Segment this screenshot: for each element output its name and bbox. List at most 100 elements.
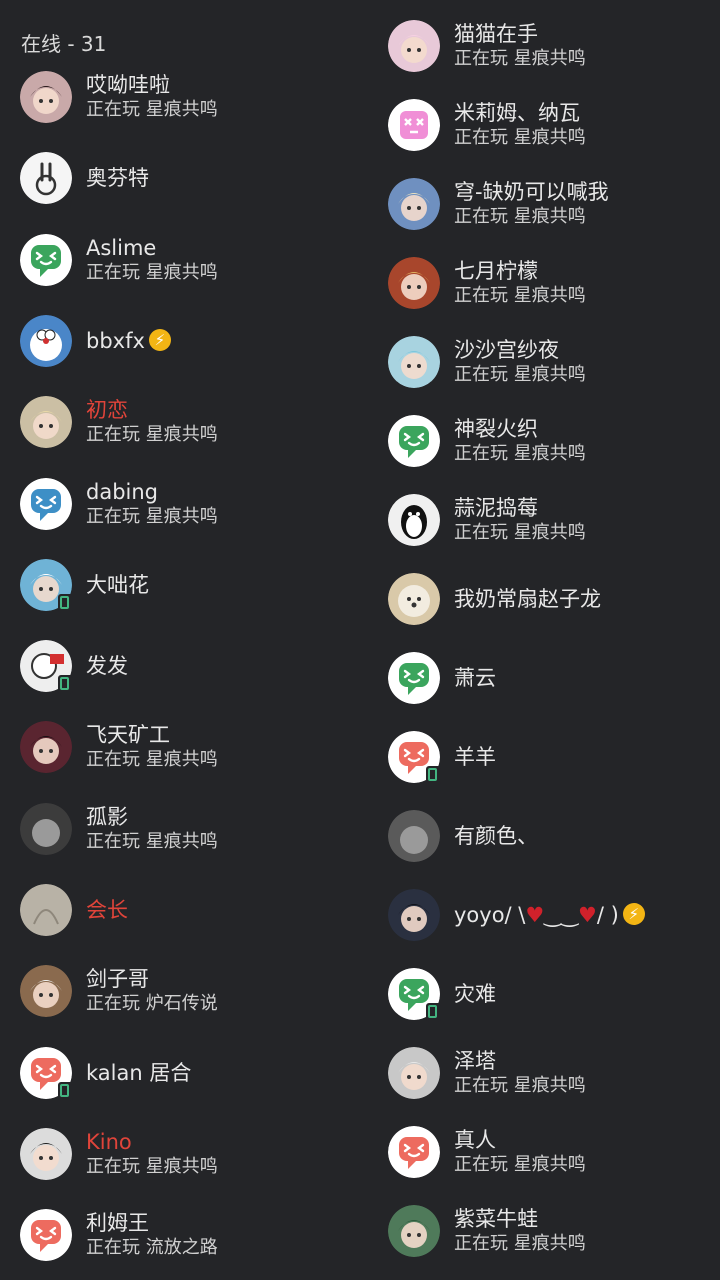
anime-red-avatar[interactable] <box>388 257 440 309</box>
member-name: dabing <box>86 479 218 505</box>
member-row[interactable]: 会长 <box>20 883 350 937</box>
sketch-avatar[interactable] <box>20 884 72 936</box>
anime-girl-avatar[interactable] <box>20 71 72 123</box>
member-row[interactable]: 米莉姆、纳瓦 正在玩 星痕共鸣 <box>388 98 718 152</box>
member-row[interactable]: 羊羊 <box>388 730 718 785</box>
default-green-avatar[interactable] <box>388 415 440 467</box>
member-row[interactable]: 萧云 <box>388 651 718 705</box>
member-activity-status: 正在玩 流放之路 <box>86 1237 218 1259</box>
monochrome-avatar[interactable] <box>20 802 72 855</box>
member-activity-status: 正在玩 星痕共鸣 <box>454 1154 586 1175</box>
mobile-status-icon <box>58 593 73 613</box>
member-row[interactable]: 泽塔 正在玩 星痕共鸣 <box>388 1046 718 1100</box>
member-name-text: Kino <box>86 1129 132 1154</box>
default-green-avatar[interactable] <box>388 652 440 704</box>
default-green-avatar[interactable] <box>388 968 441 1022</box>
framed-anime-avatar[interactable] <box>20 965 72 1018</box>
member-row[interactable]: dabing 正在玩 星痕共鸣 <box>20 477 350 531</box>
member-name: kalan 居合 <box>86 1060 191 1086</box>
member-row[interactable]: Aslime 正在玩 星痕共鸣 <box>20 233 350 287</box>
member-name-text: 奥芬特 <box>86 166 149 191</box>
member-row[interactable]: bbxfx ⚡ <box>20 314 350 368</box>
doraemon-avatar[interactable] <box>20 314 72 367</box>
member-info: 羊羊 <box>454 744 496 770</box>
member-name: 会长 <box>86 897 128 923</box>
anime-green-avatar[interactable] <box>388 1205 440 1257</box>
dark-boy-avatar[interactable] <box>388 889 440 941</box>
member-name-text: 萧云 <box>454 666 496 690</box>
anime-blonde-avatar[interactable] <box>20 396 72 449</box>
default-blue-avatar[interactable] <box>20 477 72 530</box>
member-row[interactable]: 蒜泥捣莓 正在玩 星痕共鸣 <box>388 493 718 547</box>
member-name: 奥芬特 <box>86 165 149 191</box>
member-row[interactable]: 有颜色、 <box>388 809 718 863</box>
member-activity-status: 正在玩 星痕共鸣 <box>454 48 586 69</box>
member-name: 羊羊 <box>454 744 496 770</box>
anime-gray-avatar[interactable] <box>388 1047 440 1099</box>
member-row[interactable]: 紫菜牛蛙 正在玩 星痕共鸣 <box>388 1204 718 1258</box>
member-name: 紫菜牛蛙 <box>454 1206 586 1232</box>
member-row[interactable]: 七月柠檬 正在玩 星痕共鸣 <box>388 256 718 310</box>
member-row[interactable]: 穹-缺奶可以喊我 正在玩 星痕共鸣 <box>388 177 718 231</box>
member-name: 有颜色、 <box>454 823 538 849</box>
member-row[interactable]: yoyo/ \♥‿‿♥/ ) ⚡ <box>388 888 718 942</box>
pink-face-avatar[interactable] <box>388 99 440 151</box>
member-name: 神裂火织 <box>454 416 586 442</box>
default-red-avatar[interactable] <box>388 1126 440 1178</box>
member-name: 穹-缺奶可以喊我 <box>454 179 609 205</box>
member-name-text: 泽塔 <box>454 1049 496 1073</box>
gray-avatar[interactable] <box>388 810 440 862</box>
member-name-text: 飞天矿工 <box>86 723 170 748</box>
cartoon-cat-avatar[interactable] <box>20 558 73 613</box>
member-info: yoyo/ \♥‿‿♥/ ) ⚡ <box>454 902 645 928</box>
member-info: Kino 正在玩 星痕共鸣 <box>86 1129 218 1179</box>
nitro-boost-icon: ⚡ <box>148 328 171 351</box>
member-row[interactable]: 孤影 正在玩 星痕共鸣 <box>20 802 350 856</box>
member-row[interactable]: kalan 居合 <box>20 1046 350 1101</box>
member-row[interactable]: 初恋 正在玩 星痕共鸣 <box>20 395 350 449</box>
member-info: bbxfx ⚡ <box>86 328 171 354</box>
dog-avatar[interactable] <box>388 573 440 625</box>
member-row[interactable]: 我奶常扇赵子龙 <box>388 572 718 626</box>
default-green-avatar[interactable] <box>20 233 72 286</box>
member-row[interactable]: 灾难 <box>388 967 718 1022</box>
member-info: 萧云 <box>454 665 496 691</box>
sticker-avatar[interactable] <box>20 640 73 695</box>
member-info: 我奶常扇赵子龙 <box>454 586 601 612</box>
member-row[interactable]: 奥芬特 <box>20 151 350 205</box>
anime-pink-avatar[interactable] <box>388 20 440 72</box>
member-row[interactable]: 哎呦哇啦 正在玩 星痕共鸣 <box>20 70 350 124</box>
member-row[interactable]: 发发 <box>20 639 350 695</box>
member-row[interactable]: 神裂火织 正在玩 星痕共鸣 <box>388 414 718 468</box>
member-name-text: 米莉姆、纳瓦 <box>454 101 580 125</box>
anime-blue-avatar[interactable] <box>388 178 440 230</box>
anime-boy-avatar[interactable] <box>20 1127 72 1180</box>
member-row[interactable]: 真人 正在玩 星痕共鸣 <box>388 1125 718 1179</box>
default-red-avatar[interactable] <box>20 1209 72 1262</box>
member-row[interactable]: 剑子哥 正在玩 炉石传说 <box>20 964 350 1018</box>
member-info: 剑子哥 正在玩 炉石传说 <box>86 966 218 1016</box>
member-row[interactable]: 利姆王 正在玩 流放之路 <box>20 1208 350 1262</box>
member-info: 蒜泥捣莓 正在玩 星痕共鸣 <box>454 495 586 545</box>
member-row[interactable]: Kino 正在玩 星痕共鸣 <box>20 1127 350 1181</box>
member-name: 萧云 <box>454 665 496 691</box>
member-row[interactable]: 沙沙宫纱夜 正在玩 星痕共鸣 <box>388 335 718 389</box>
member-row[interactable]: 大咄花 <box>20 558 350 613</box>
kaomoji-mouth: ‿‿ <box>544 903 578 927</box>
member-name-text: yoyo/ \ <box>454 903 526 927</box>
anime-cyan-avatar[interactable] <box>388 336 440 388</box>
member-row[interactable]: 猫猫在手 正在玩 星痕共鸣 <box>388 19 718 73</box>
penguin-avatar[interactable] <box>388 494 440 546</box>
dark-anime-avatar[interactable] <box>20 721 72 774</box>
member-name: 利姆王 <box>86 1210 218 1236</box>
nitro-boost-icon: ⚡ <box>622 903 645 925</box>
member-row[interactable]: 飞天矿工 正在玩 星痕共鸣 <box>20 720 350 774</box>
default-red-avatar[interactable] <box>20 1046 73 1101</box>
bunny-avatar[interactable] <box>20 152 72 205</box>
member-info: 利姆王 正在玩 流放之路 <box>86 1210 218 1260</box>
member-name: Aslime <box>86 235 218 261</box>
member-name-text: 会长 <box>86 898 128 922</box>
member-activity-status: 正在玩 星痕共鸣 <box>454 443 586 464</box>
member-name-text: 剑子哥 <box>86 967 149 992</box>
default-red-avatar[interactable] <box>388 731 441 785</box>
